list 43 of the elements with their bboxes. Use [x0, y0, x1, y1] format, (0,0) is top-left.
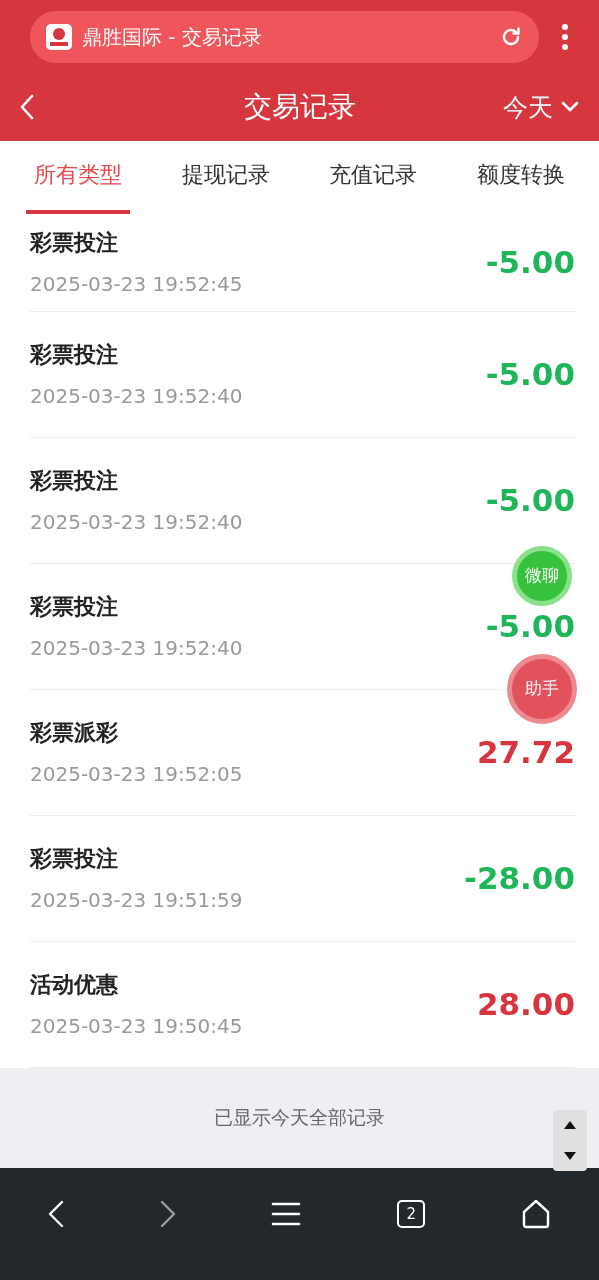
record-time: 2025-03-23 19:52:40	[30, 510, 243, 535]
record-type: 彩票投注	[30, 467, 119, 496]
record-amount: -28.00	[464, 860, 575, 897]
record-type: 彩票投注	[30, 593, 119, 622]
tab[interactable]: 提现记录	[173, 140, 278, 214]
record-amount: -5.00	[485, 608, 575, 645]
floating-button[interactable]: 助手	[507, 653, 577, 724]
scroll-down-icon[interactable]	[564, 1151, 576, 1160]
tab-count-button[interactable]: 2	[397, 1199, 426, 1228]
page-heading: 交易记录	[243, 89, 356, 126]
end-message: 已显示今天全部记录	[214, 1104, 385, 1130]
record-type: 活动优惠	[30, 971, 119, 1000]
record-type: 彩票投注	[30, 229, 119, 258]
record-amount: 27.72	[476, 734, 575, 771]
tab[interactable]: 充值记录	[321, 140, 426, 214]
scroll-buttons[interactable]	[553, 1109, 587, 1171]
record-time: 2025-03-23 19:52:05	[30, 762, 243, 787]
chevron-down-icon	[561, 101, 579, 114]
record-time: 2025-03-23 19:51:59	[30, 888, 243, 913]
record-type: 彩票投注	[30, 341, 119, 370]
record-amount: -5.00	[485, 482, 575, 519]
record-time: 2025-03-23 19:52:40	[30, 636, 243, 661]
floating-button[interactable]: 微聊	[512, 545, 572, 606]
scroll-up-icon[interactable]	[564, 1121, 576, 1130]
record-amount: -5.00	[485, 244, 575, 281]
tab[interactable]: 所有类型	[25, 140, 130, 214]
period-dropdown[interactable]: 今天	[503, 90, 579, 124]
record-time: 2025-03-23 19:52:40	[30, 384, 243, 409]
tab[interactable]: 额度转换	[469, 140, 574, 214]
menu-icon[interactable]	[271, 1201, 302, 1226]
record-time: 2025-03-23 19:50:45	[30, 1014, 243, 1039]
home-icon[interactable]	[521, 1198, 552, 1229]
forward-icon[interactable]	[159, 1199, 176, 1228]
record-type: 彩票派彩	[30, 719, 119, 748]
address-bar[interactable]: 鼎胜国际 - 交易记录	[30, 11, 539, 64]
record-amount: -5.00	[485, 356, 575, 393]
page-title: 鼎胜国际 - 交易记录	[82, 23, 263, 51]
site-logo-icon	[46, 24, 72, 51]
more-icon[interactable]	[561, 23, 569, 52]
record-time: 2025-03-23 19:52:45	[30, 272, 243, 297]
record-type: 彩票投注	[30, 845, 119, 874]
back-icon[interactable]	[47, 1199, 64, 1228]
record-amount: 28.00	[476, 986, 575, 1023]
